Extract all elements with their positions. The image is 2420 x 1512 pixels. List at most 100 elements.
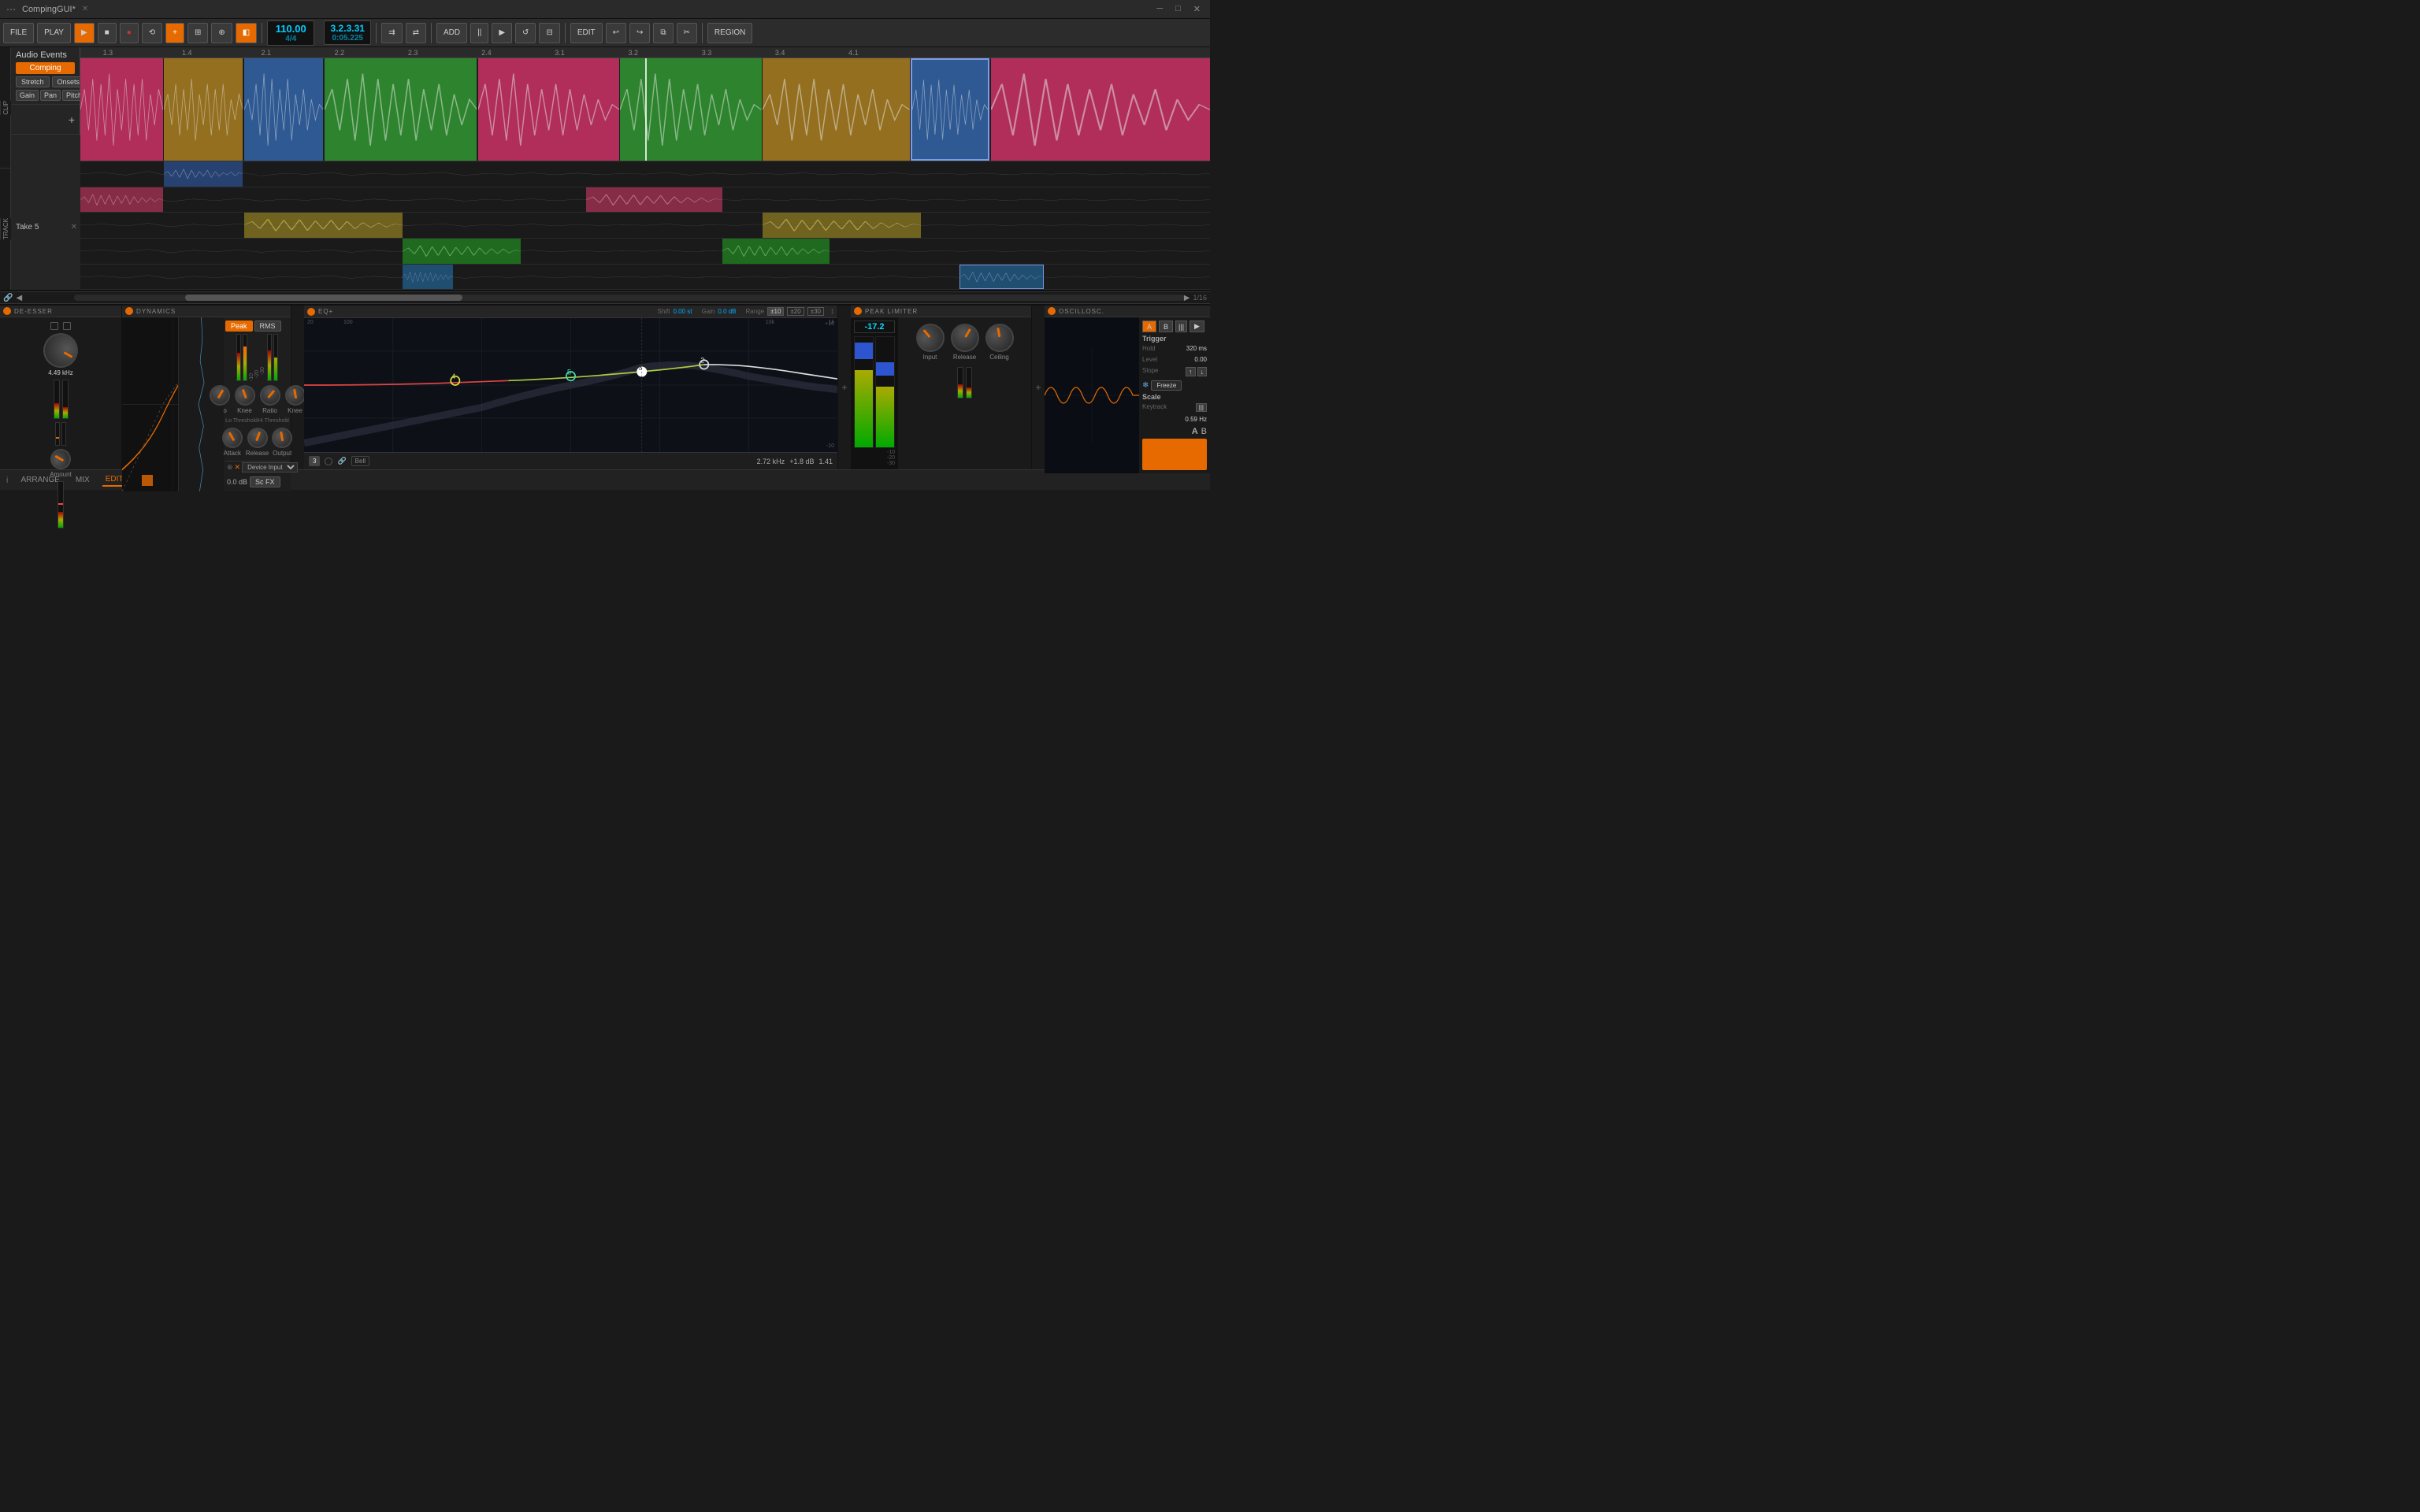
comp-seg-5[interactable] bbox=[478, 58, 619, 161]
knee1-knob[interactable] bbox=[232, 382, 258, 408]
comp-seg-8[interactable] bbox=[911, 58, 989, 161]
copy-button[interactable]: ⧉ bbox=[653, 23, 673, 43]
peak-limiter-power[interactable] bbox=[854, 307, 862, 315]
dynamics-power[interactable] bbox=[125, 307, 133, 315]
svg-text:4: 4 bbox=[451, 372, 455, 380]
rewind-button[interactable]: ↺ bbox=[515, 23, 536, 43]
take5-close[interactable]: ✕ bbox=[71, 223, 77, 232]
stretch-button[interactable]: Stretch bbox=[16, 76, 50, 87]
comp-seg-9[interactable] bbox=[991, 58, 1210, 161]
play-button[interactable]: ▶ bbox=[74, 23, 95, 43]
pan-button[interactable]: Pan bbox=[40, 90, 61, 101]
peak-input-knob[interactable] bbox=[910, 318, 950, 358]
take1-waveform[interactable] bbox=[80, 265, 1210, 291]
ratio2-knob[interactable] bbox=[255, 381, 284, 410]
comp-seg-7[interactable] bbox=[763, 58, 909, 161]
scroll-left-button[interactable]: ◀ bbox=[16, 294, 22, 302]
scroll-link-button[interactable]: 🔗 bbox=[3, 294, 13, 302]
comp-seg-4[interactable] bbox=[325, 58, 477, 161]
osc-power[interactable] bbox=[1048, 307, 1056, 315]
route-button[interactable]: ⇉ bbox=[381, 23, 402, 43]
vu-button[interactable]: || bbox=[470, 23, 488, 43]
sc-fx-button[interactable]: Sc FX bbox=[250, 476, 280, 487]
loop-button[interactable]: ⟲ bbox=[142, 23, 162, 43]
comp-mode-button[interactable]: ◧ bbox=[236, 23, 257, 43]
peak-limiter-knobs: Input Release Ceiling bbox=[898, 317, 1031, 469]
cut-button[interactable]: ✂ bbox=[677, 23, 697, 43]
device-input-select[interactable]: Device Input bbox=[242, 462, 298, 472]
scroll-right-button[interactable]: ▶ bbox=[1184, 294, 1190, 302]
add-panel-3-button[interactable]: + bbox=[1032, 306, 1045, 469]
peak-button[interactable]: Peak bbox=[225, 321, 253, 332]
peak-ceiling-knob[interactable] bbox=[983, 321, 1016, 354]
comp-seg-2[interactable] bbox=[164, 58, 243, 161]
edit-button[interactable]: EDIT bbox=[570, 23, 603, 43]
record-button[interactable]: ● bbox=[120, 23, 139, 43]
play-small[interactable]: ▶ bbox=[1190, 321, 1204, 332]
file-button[interactable]: FILE bbox=[3, 23, 34, 43]
freeze-button[interactable]: Freeze bbox=[1151, 380, 1182, 391]
rms-button[interactable]: RMS bbox=[254, 321, 281, 332]
add-track-button[interactable]: ADD bbox=[436, 23, 467, 43]
add-panel-2-button[interactable]: + bbox=[838, 306, 851, 469]
close-button[interactable]: ✕ bbox=[1190, 4, 1204, 14]
take3-waveform[interactable] bbox=[80, 213, 1210, 239]
slope-down-button[interactable]: ↓ bbox=[1197, 367, 1208, 376]
region-button[interactable]: REGION bbox=[707, 23, 752, 43]
b-button[interactable]: B bbox=[1159, 321, 1173, 332]
eq-range-10[interactable]: ±10 bbox=[767, 307, 784, 316]
add-button[interactable]: + bbox=[165, 23, 184, 43]
de-esser-slider-2[interactable] bbox=[61, 422, 66, 446]
eq-band-power[interactable] bbox=[325, 458, 332, 465]
scrollbar-thumb[interactable] bbox=[185, 295, 462, 301]
eq-range-20[interactable]: ±20 bbox=[787, 307, 804, 316]
de-esser-freq-knob[interactable] bbox=[37, 327, 84, 374]
maximize-button[interactable]: □ bbox=[1172, 4, 1184, 14]
release-knob[interactable] bbox=[244, 424, 270, 450]
peak-release-knob[interactable] bbox=[945, 318, 984, 357]
dynamics-curve[interactable] bbox=[122, 317, 224, 491]
a-button[interactable]: A bbox=[1142, 321, 1156, 332]
play-small-button[interactable]: ▶ bbox=[492, 23, 512, 43]
comp-seg-1[interactable] bbox=[80, 58, 163, 161]
snap-button[interactable]: ⊕ bbox=[211, 23, 232, 43]
main-content: CLIP TRACK Audio Events Comping Stretch … bbox=[0, 47, 1210, 756]
output-knob[interactable] bbox=[270, 426, 294, 450]
eq-band-3-btn[interactable]: 3 bbox=[309, 456, 320, 466]
undo-button[interactable]: ↩ bbox=[606, 23, 626, 43]
eq-bell-btn[interactable]: Bell bbox=[351, 456, 369, 466]
bar-button[interactable]: ||| bbox=[1175, 321, 1187, 332]
dyn-meter-1 bbox=[236, 334, 241, 381]
comping-button[interactable]: Comping bbox=[16, 62, 75, 74]
comp-seg-3[interactable] bbox=[244, 58, 323, 161]
add-take-button[interactable]: + bbox=[69, 113, 75, 126]
track-area: CLIP TRACK Audio Events Comping Stretch … bbox=[0, 47, 1210, 291]
minimize-button[interactable]: ─ bbox=[1153, 4, 1166, 14]
scrollbar[interactable] bbox=[74, 295, 1184, 301]
dynamics-label: DYNAMICS bbox=[136, 308, 176, 315]
eq-canvas[interactable]: 4 5 3 2 1k 20 100 10k bbox=[304, 318, 837, 452]
sync-button[interactable]: ⇄ bbox=[406, 23, 426, 43]
take4-waveform[interactable] bbox=[80, 187, 1210, 213]
eq-range-30[interactable]: ±30 bbox=[807, 307, 824, 316]
grid-button[interactable]: ⊞ bbox=[187, 23, 208, 43]
eq-power[interactable] bbox=[307, 308, 315, 316]
slope-up-button[interactable]: ↑ bbox=[1186, 367, 1196, 376]
take2-waveform[interactable] bbox=[80, 239, 1210, 265]
de-esser-power[interactable] bbox=[3, 307, 11, 315]
de-esser-amount-knob[interactable] bbox=[46, 445, 75, 473]
keytrack-label: Keytrack bbox=[1142, 403, 1167, 412]
nav-indicator-1[interactable] bbox=[142, 475, 153, 486]
gain-button[interactable]: Gain bbox=[16, 90, 39, 101]
close-tab-icon[interactable]: ✕ bbox=[82, 5, 88, 13]
browse-button[interactable]: ⊟ bbox=[539, 23, 559, 43]
play-label-button[interactable]: PLAY bbox=[37, 23, 71, 43]
keytrack-bars-button[interactable]: ||| bbox=[1196, 403, 1207, 412]
take5-waveform[interactable] bbox=[80, 161, 1210, 187]
comp-track[interactable] bbox=[80, 58, 1210, 162]
de-esser-slider[interactable] bbox=[55, 422, 60, 446]
redo-button[interactable]: ↪ bbox=[629, 23, 650, 43]
stop-button[interactable]: ■ bbox=[98, 23, 117, 43]
takes-controls: + Take 5 ✕ Take 4 ✕ Take 3 ✕ Take 2 ✕ bbox=[11, 105, 80, 290]
comp-seg-6[interactable] bbox=[620, 58, 761, 161]
